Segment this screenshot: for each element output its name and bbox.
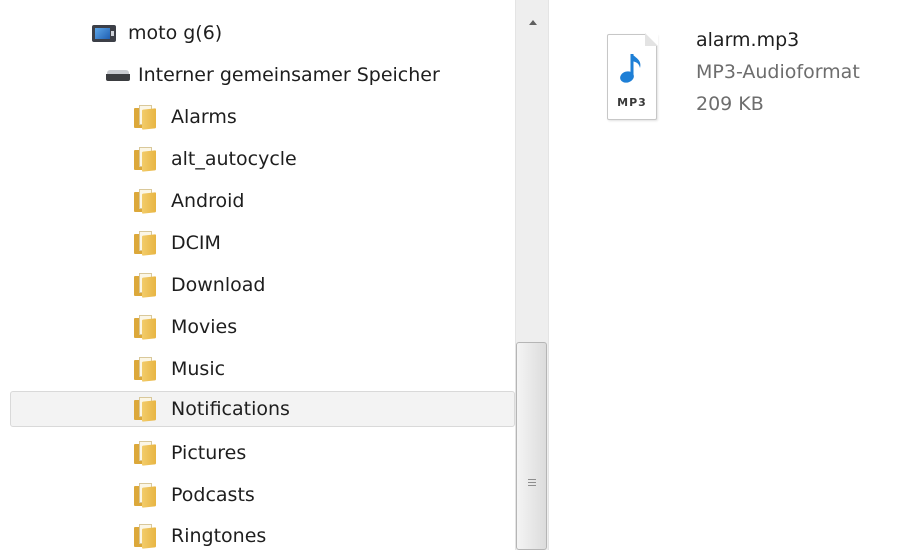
folder-icon	[134, 483, 156, 508]
file-size: 209 KB	[696, 93, 764, 115]
folder-icon	[134, 189, 156, 214]
folder-item-ringtones[interactable]: Ringtones	[134, 518, 266, 554]
folder-item-download[interactable]: Download	[134, 267, 265, 303]
folder-label: Music	[171, 358, 226, 380]
folder-label: Download	[171, 274, 266, 296]
mp3-file-icon[interactable]: MP3	[607, 33, 658, 120]
phone-icon	[92, 24, 116, 42]
folder-icon	[134, 105, 156, 130]
tree-item-storage[interactable]: Interner gemeinsamer Speicher	[106, 57, 440, 93]
folder-item-android[interactable]: Android	[134, 183, 244, 219]
folder-icon	[134, 397, 156, 422]
navigation-pane: moto g(6) Interner gemeinsamer Speicher …	[0, 0, 515, 550]
folder-item-movies[interactable]: Movies	[134, 309, 237, 345]
folder-item-pictures[interactable]: Pictures	[134, 435, 246, 471]
tree-item-device[interactable]: moto g(6)	[92, 15, 222, 51]
folder-item-podcasts[interactable]: Podcasts	[134, 477, 255, 513]
tree-item-label: moto g(6)	[128, 22, 223, 44]
folder-icon	[134, 524, 156, 549]
drive-icon	[106, 69, 130, 81]
folder-label: Ringtones	[171, 525, 267, 547]
grip-icon	[528, 479, 536, 488]
folder-icon	[134, 273, 156, 298]
music-note-icon	[620, 54, 641, 83]
folder-item-music[interactable]: Music	[134, 351, 225, 387]
folder-label: Android	[171, 190, 245, 212]
file-type: MP3-Audioformat	[696, 61, 860, 83]
folder-label: alt_autocycle	[171, 148, 297, 170]
folder-label: Notifications	[171, 398, 290, 420]
folder-label: Movies	[171, 316, 238, 338]
folder-item-notifications[interactable]: Notifications	[10, 391, 515, 427]
folder-icon	[134, 147, 156, 172]
folder-item-alarms[interactable]: Alarms	[134, 99, 237, 135]
folder-icon	[134, 231, 156, 256]
folder-item-alt-autocycle[interactable]: alt_autocycle	[134, 141, 297, 177]
scrollbar-thumb[interactable]	[516, 342, 547, 550]
tree-item-label: Interner gemeinsamer Speicher	[138, 64, 440, 86]
file-name[interactable]: alarm.mp3	[696, 29, 799, 51]
folder-label: Pictures	[171, 442, 247, 464]
folder-label: Podcasts	[171, 484, 255, 506]
folder-icon	[134, 357, 156, 382]
content-pane: MP3 alarm.mp3 MP3-Audioformat 209 KB	[549, 0, 912, 550]
folder-label: Alarms	[171, 106, 237, 128]
folder-label: DCIM	[171, 232, 221, 254]
file-extension-label: MP3	[617, 96, 647, 109]
folder-icon	[134, 441, 156, 466]
folder-icon	[134, 315, 156, 340]
vertical-scrollbar[interactable]	[515, 0, 549, 550]
folder-item-dcim[interactable]: DCIM	[134, 225, 221, 261]
scroll-up-arrow-icon[interactable]	[516, 0, 548, 36]
